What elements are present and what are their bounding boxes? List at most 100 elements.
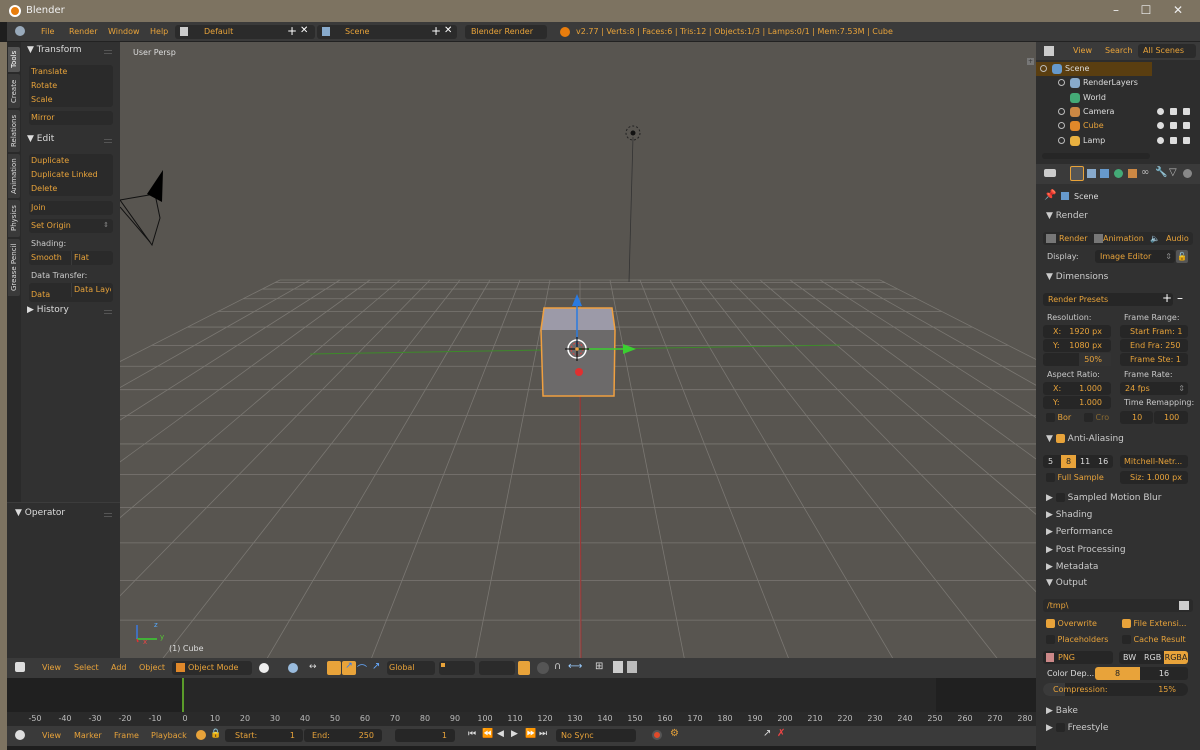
viewport-shading-icon[interactable] xyxy=(259,663,269,673)
aspect-x-field[interactable]: X: 1.000 xyxy=(1043,382,1111,395)
play-icon[interactable]: ▶ xyxy=(511,729,518,739)
add-scene-icon[interactable]: + xyxy=(431,24,441,38)
panel-grip-icon[interactable] xyxy=(104,513,112,517)
layers-group-2[interactable] xyxy=(479,661,515,675)
next-keyframe-icon[interactable]: ⏩ xyxy=(525,729,536,739)
motion-blur-checkbox[interactable] xyxy=(1055,493,1065,502)
performance-panel-header[interactable]: ▶ Performance xyxy=(1046,527,1113,537)
menu-render[interactable]: Render xyxy=(69,27,97,36)
outliner-menu-view[interactable]: View xyxy=(1073,46,1092,55)
output-panel-header[interactable]: ▼ Output xyxy=(1046,578,1087,588)
close-button[interactable]: ✕ xyxy=(1162,0,1194,22)
timeline-area[interactable] xyxy=(7,678,1200,712)
end-frame-field[interactable]: End: 250 xyxy=(304,729,382,742)
render-button[interactable]: Render xyxy=(1059,232,1087,245)
timeline-menu-view[interactable]: View xyxy=(42,731,61,740)
play-reverse-icon[interactable]: ◀ xyxy=(497,729,504,739)
scale-manipulator-icon[interactable]: ⌒ xyxy=(357,661,367,676)
tab-animation[interactable]: Animation xyxy=(8,154,20,198)
eye-icon[interactable] xyxy=(1157,122,1164,130)
pin-icon[interactable]: 📌 xyxy=(1044,190,1056,201)
outliner-menu-search[interactable]: Search xyxy=(1105,46,1132,55)
scene-selector[interactable]: Scene + ✕ xyxy=(317,24,457,39)
crop-checkbox[interactable]: Cro xyxy=(1084,413,1200,422)
outliner-item[interactable]: RenderLayers xyxy=(1036,76,1200,90)
aa-sample-11[interactable]: 11 xyxy=(1080,455,1090,468)
timeline-menu-playback[interactable]: Playback xyxy=(151,731,187,740)
shading-panel-header[interactable]: ▶ Shading xyxy=(1046,510,1092,520)
frame-start-field[interactable]: Start Fram: 1 xyxy=(1120,325,1188,338)
panel-grip-icon[interactable] xyxy=(104,139,112,143)
smooth-button[interactable]: Smooth xyxy=(29,251,71,265)
frame-end-field[interactable]: End Fra: 250 xyxy=(1120,339,1188,352)
transform-panel-header[interactable]: ▼ Transform xyxy=(27,45,82,55)
rotate-button[interactable]: Rotate xyxy=(29,79,113,93)
panel-grip-icon[interactable] xyxy=(104,50,112,54)
screen-layout-name[interactable]: Default xyxy=(204,27,233,36)
folder-icon[interactable] xyxy=(1179,601,1189,610)
add-layout-icon[interactable]: + xyxy=(287,24,297,38)
anti-aliasing-panel-header[interactable]: ▼ Anti-Aliasing xyxy=(1046,434,1124,444)
post-processing-panel-header[interactable]: ▶ Post Processing xyxy=(1046,545,1126,555)
operator-panel-header[interactable]: ▼ Operator xyxy=(15,508,65,518)
bake-panel-header[interactable]: ▶ Bake xyxy=(1046,706,1078,716)
tab-physics[interactable]: Physics xyxy=(8,200,20,237)
render-still-icon[interactable] xyxy=(613,661,623,673)
modifiers-tab-icon[interactable]: 🔧 xyxy=(1155,167,1167,178)
color-depth-16[interactable]: 16 xyxy=(1140,667,1188,680)
maximize-button[interactable]: ☐ xyxy=(1130,0,1162,22)
expand-toggle-icon[interactable] xyxy=(1058,136,1065,144)
frame-rate-selector[interactable]: 24 fps ⇕ xyxy=(1120,382,1188,395)
resolution-x-field[interactable]: X: 1920 px xyxy=(1043,325,1111,338)
keying-set-icon[interactable]: ⚙ xyxy=(670,728,679,739)
tab-relations[interactable]: Relations xyxy=(8,110,20,152)
render-icon[interactable] xyxy=(1183,107,1190,115)
aa-size-field[interactable]: Siz: 1.000 px xyxy=(1120,471,1188,484)
editor-type-3d-icon[interactable] xyxy=(15,662,25,672)
add-preset-icon[interactable]: + xyxy=(1162,291,1172,305)
output-path-field[interactable]: /tmp\ xyxy=(1043,599,1193,612)
dimensions-panel-header[interactable]: ▼ Dimensions xyxy=(1046,272,1108,282)
cache-result-checkbox[interactable]: Cache Result xyxy=(1122,635,1200,644)
lock-icon[interactable]: 🔒 xyxy=(210,729,221,739)
pivot-point-icon[interactable] xyxy=(288,663,298,673)
expand-toggle-icon[interactable] xyxy=(1058,107,1065,115)
constraints-tab-icon[interactable]: ∞ xyxy=(1141,167,1149,178)
menu-file[interactable]: File xyxy=(41,27,54,36)
snap-element-icon[interactable]: ⟷ xyxy=(568,661,582,672)
metadata-panel-header[interactable]: ▶ Metadata xyxy=(1046,562,1098,572)
translate-manipulator-icon[interactable] xyxy=(327,661,341,675)
duplicate-button[interactable]: Duplicate xyxy=(29,154,113,168)
menu-object[interactable]: Object xyxy=(139,663,165,672)
render-engine-selector[interactable]: Blender Render xyxy=(465,25,547,39)
render-animation-icon[interactable] xyxy=(627,661,637,673)
preview-range-icon[interactable] xyxy=(196,730,206,740)
tab-tools[interactable]: Tools xyxy=(8,47,20,72)
rotate-manipulator-icon[interactable]: ↗ xyxy=(342,661,356,675)
eye-icon[interactable] xyxy=(1157,136,1164,144)
audio-button[interactable]: Audio xyxy=(1166,232,1189,245)
screen-layout-selector[interactable]: Default + ✕ xyxy=(175,24,315,39)
minimize-button[interactable]: – xyxy=(1100,0,1132,22)
file-extensions-checkbox[interactable]: File Extensi... xyxy=(1122,619,1200,628)
world-tab-icon[interactable] xyxy=(1114,169,1123,178)
data-button[interactable]: Data xyxy=(29,288,71,302)
scale-button[interactable]: Scale xyxy=(29,93,113,107)
eye-icon[interactable] xyxy=(1157,107,1164,115)
aa-sample-5[interactable]: 5 xyxy=(1048,455,1053,468)
frame-step-field[interactable]: Frame Ste: 1 xyxy=(1120,353,1188,366)
layers-group-1[interactable] xyxy=(439,661,475,675)
duplicate-linked-button[interactable]: Duplicate Linked xyxy=(29,168,113,182)
aspect-y-field[interactable]: Y: 1.000 xyxy=(1043,396,1111,409)
prev-keyframe-icon[interactable]: ⏪ xyxy=(482,729,493,739)
snap-magnet-icon[interactable]: ∩ xyxy=(554,661,561,672)
mirror-button[interactable]: Mirror xyxy=(29,111,113,125)
expand-toggle-icon[interactable] xyxy=(1058,79,1065,87)
object-tab-icon[interactable] xyxy=(1128,169,1137,178)
file-format-selector[interactable]: PNG xyxy=(1043,651,1113,664)
expand-toggle-icon[interactable] xyxy=(1040,65,1047,72)
freestyle-checkbox[interactable] xyxy=(1055,723,1065,732)
info-editor-icon[interactable] xyxy=(15,26,25,36)
record-icon[interactable] xyxy=(652,730,662,740)
edit-panel-header[interactable]: ▼ Edit xyxy=(27,134,54,144)
